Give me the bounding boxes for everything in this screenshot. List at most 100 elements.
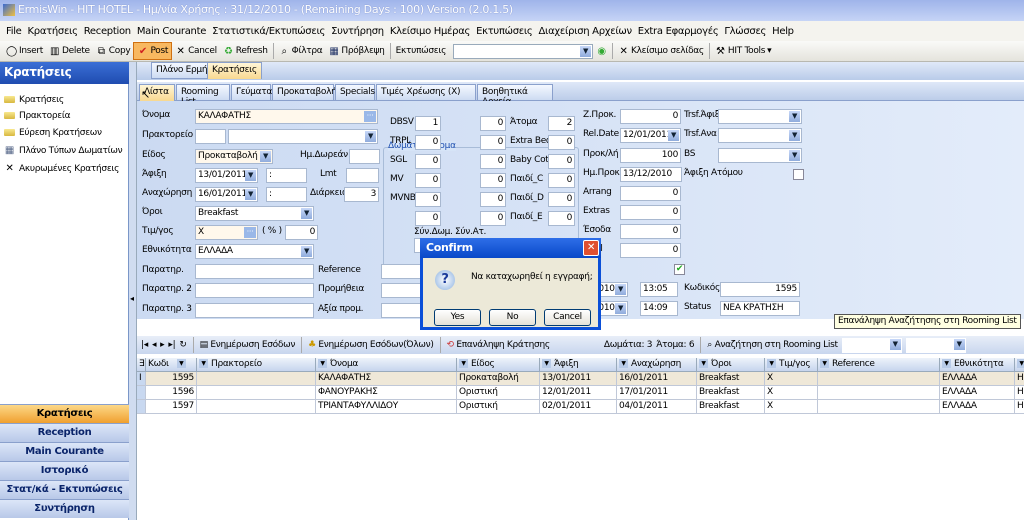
departure-date[interactable]: 16/01/2011 ▼ bbox=[195, 187, 258, 202]
checked-checkbox[interactable]: ✔ bbox=[674, 264, 685, 275]
room-persons-input[interactable]: 0 bbox=[480, 192, 506, 207]
grid-cell[interactable] bbox=[818, 400, 940, 414]
right-field-input[interactable]: 0 bbox=[620, 109, 681, 124]
right-field-input[interactable]: 100 bbox=[620, 148, 681, 163]
dialog-close-button[interactable]: ✕ bbox=[583, 240, 599, 256]
time2-input[interactable]: 14:09 bbox=[640, 301, 678, 316]
grid-cell[interactable]: 16/01/2011 bbox=[617, 372, 697, 386]
rooming-filter-1[interactable]: ▼ bbox=[841, 337, 902, 353]
filter-dropdown-icon[interactable]: ▼ bbox=[459, 359, 468, 368]
post-button[interactable]: ✔ Post bbox=[133, 42, 173, 60]
last-record-button[interactable]: ▸| bbox=[168, 340, 175, 350]
grid-cell[interactable] bbox=[818, 386, 940, 400]
grid-cell[interactable] bbox=[197, 372, 316, 386]
grid-header-0[interactable]: Κωδι ▼ bbox=[146, 358, 197, 372]
cancel-button[interactable]: ✕ Cancel bbox=[172, 42, 220, 60]
filter-dropdown-icon[interactable]: ▼ bbox=[542, 359, 551, 368]
grid-cell[interactable]: H bbox=[1015, 372, 1024, 386]
grid-header-8[interactable]: ▼ Reference bbox=[818, 358, 940, 372]
nationality-select[interactable]: ΕΛΛΑΔΑ ▼ bbox=[195, 244, 314, 259]
sidebar-item-agencies[interactable]: Πρακτορεία bbox=[4, 108, 71, 123]
grid-cell[interactable]: Breakfast bbox=[697, 400, 765, 414]
grid-header-6[interactable]: ▼ Όροι bbox=[697, 358, 765, 372]
room-count-input[interactable]: 0 bbox=[415, 154, 441, 169]
grid-cell[interactable]: ΚΑΛΑΦΑΤΗΣ bbox=[316, 372, 457, 386]
menu-item[interactable]: Extra Εφαρμογές bbox=[635, 26, 722, 37]
grid-cell[interactable]: X bbox=[765, 386, 818, 400]
grid-cell[interactable]: Breakfast bbox=[697, 372, 765, 386]
trsf-arrival-select[interactable]: ▼ bbox=[718, 109, 802, 124]
filter-dropdown-icon[interactable]: ▼ bbox=[699, 359, 708, 368]
room-persons-input[interactable]: 0 bbox=[480, 154, 506, 169]
grid-cell[interactable]: 1597 bbox=[146, 400, 197, 414]
grid-header-1[interactable]: ▼ Πρακτορείο bbox=[197, 358, 316, 372]
grid-cell[interactable]: Οριστική bbox=[457, 400, 540, 414]
grid-cell[interactable]: Οριστική bbox=[457, 386, 540, 400]
grid-cell[interactable]: Breakfast bbox=[697, 386, 765, 400]
persons-input[interactable]: 0 bbox=[548, 135, 575, 150]
grid-header-2[interactable]: ▼ Όνομα bbox=[316, 358, 457, 372]
code-input[interactable]: 1595 bbox=[720, 282, 800, 297]
grid-cell[interactable]: Προκαταβολή bbox=[457, 372, 540, 386]
name-input[interactable]: ΚΑΛΑΦΑΤΗΣ ··· bbox=[195, 109, 378, 124]
search-rooming-button[interactable]: ⌕ Αναζήτηση στη Rooming List bbox=[707, 340, 838, 350]
preview-button[interactable]: ▦ Πρόβλεψη bbox=[325, 42, 387, 60]
grid-cell[interactable]: X bbox=[765, 400, 818, 414]
right-field-input[interactable]: 0 bbox=[620, 186, 681, 201]
grid-cell[interactable]: 17/01/2011 bbox=[617, 386, 697, 400]
subtab-5[interactable]: Τιμές Χρέωσης (X) bbox=[376, 84, 476, 101]
cancel-dialog-button[interactable]: Cancel bbox=[544, 309, 591, 326]
grid-header-3[interactable]: ▼ Είδος bbox=[457, 358, 540, 372]
type-select[interactable]: Προκαταβολή ▼ bbox=[195, 149, 273, 164]
free-date-input[interactable] bbox=[349, 149, 380, 164]
prints-select[interactable]: ▼ bbox=[453, 43, 594, 59]
duration-input[interactable]: 3 bbox=[344, 187, 379, 202]
nav-maintenance[interactable]: Συντήρηση bbox=[0, 499, 129, 518]
subtab-4[interactable]: Specials bbox=[335, 84, 375, 101]
grid-cell[interactable]: 12/01/2011 bbox=[540, 386, 617, 400]
right-field-input[interactable]: 12/01/2011 ▼ bbox=[620, 128, 681, 143]
subtab-6[interactable]: Βοηθητικά Αρχεία bbox=[477, 84, 553, 107]
grid-header-9[interactable]: ▼ Εθνικότητα bbox=[940, 358, 1015, 372]
update-income-button[interactable]: ▤ Ενημέρωση Εσόδων bbox=[200, 340, 296, 350]
grid-cell[interactable]: ΕΛΛΑΔΑ bbox=[940, 386, 1015, 400]
next-record-button[interactable]: ▸ bbox=[160, 340, 165, 350]
menu-item[interactable]: Main Courante bbox=[134, 26, 209, 37]
person-arrival-checkbox[interactable] bbox=[793, 169, 804, 180]
notes2-input[interactable] bbox=[195, 283, 314, 298]
lmt-input[interactable] bbox=[346, 168, 379, 183]
prev-record-button[interactable]: ◂ bbox=[152, 340, 157, 350]
room-count-input[interactable]: 0 bbox=[415, 135, 441, 150]
no-button[interactable]: No bbox=[489, 309, 536, 326]
subtab-1[interactable]: Rooming List bbox=[176, 84, 230, 107]
menu-item[interactable]: Γλώσσες bbox=[721, 26, 769, 37]
menu-item[interactable]: File bbox=[3, 26, 25, 37]
right-field-input[interactable]: 13/12/2010 bbox=[620, 167, 682, 182]
grid-cell[interactable]: 1595 bbox=[146, 372, 197, 386]
room-count-input[interactable]: 1 bbox=[415, 116, 441, 131]
sidebar-item-cancelled[interactable]: ✕ Ακυρωμένες Κρατήσεις bbox=[4, 161, 119, 176]
grid-cell[interactable]: H bbox=[1015, 386, 1024, 400]
room-count-input[interactable]: 0 bbox=[415, 173, 441, 188]
tab-bookings[interactable]: Κρατήσεις bbox=[207, 62, 262, 79]
filter-dropdown-icon[interactable]: ▼ bbox=[619, 359, 628, 368]
filter-button[interactable]: ⌕ Φίλτρα bbox=[276, 42, 326, 60]
room-persons-input[interactable]: 0 bbox=[480, 211, 506, 226]
update-income-all-button[interactable]: ♣ Ενημέρωση Εσόδων(Όλων) bbox=[308, 340, 434, 350]
notes3-input[interactable] bbox=[195, 303, 314, 318]
subtab-2[interactable]: Γεύματα bbox=[231, 84, 272, 101]
status-input[interactable]: ΝΕΑ ΚΡΑΤΗΣΗ bbox=[720, 301, 800, 316]
ellipsis-button[interactable]: ··· bbox=[244, 227, 256, 238]
sidebar-item-find-bookings[interactable]: Εύρεση Κρατήσεων bbox=[4, 125, 102, 140]
print-go-button[interactable]: ◉ bbox=[593, 42, 610, 60]
ellipsis-button[interactable]: ··· bbox=[364, 111, 376, 122]
terms-select[interactable]: Breakfast ▼ bbox=[195, 206, 314, 221]
sidebar-splitter[interactable]: ◂ bbox=[129, 62, 137, 520]
sidebar-item-room-type-plan[interactable]: ▦ Πλάνο Τύπων Δωματίων bbox=[4, 143, 123, 158]
agency-code-input[interactable] bbox=[195, 129, 226, 144]
pricelist-input[interactable]: X ··· bbox=[195, 225, 258, 240]
row-indicator[interactable] bbox=[137, 400, 146, 414]
grid-cell[interactable]: ΦΑΝΟΥΡΑΚΗΣ bbox=[316, 386, 457, 400]
menu-item[interactable]: Κρατήσεις bbox=[25, 26, 81, 37]
row-indicator[interactable]: I bbox=[137, 372, 146, 386]
